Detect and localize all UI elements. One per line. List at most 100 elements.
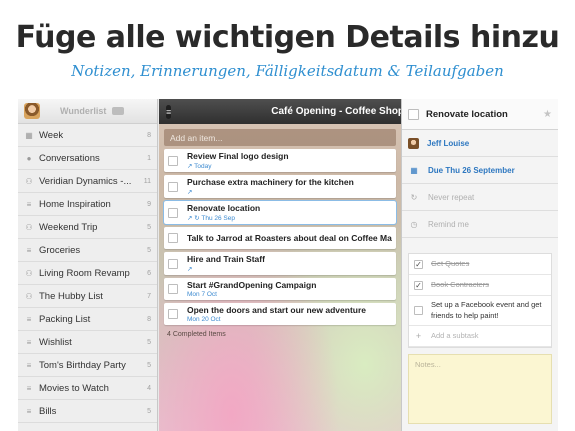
task-row[interactable]: Start #GrandOpening Campaign Mon 7 Oct bbox=[164, 278, 396, 300]
add-subtask-label[interactable]: Add a subtask bbox=[431, 331, 479, 342]
sidebar-item-label: The Hubby List bbox=[39, 290, 103, 302]
repeat-label: Never repeat bbox=[428, 192, 475, 202]
page-subline: Notizen, Erinnerungen, Fälligkeitsdatum … bbox=[71, 62, 504, 80]
subtask-text[interactable]: Book Contracters bbox=[431, 280, 489, 291]
app-window: Wunderlist ▦ Week 8 ● Conversations 1 ⚇ Veridia… bbox=[18, 99, 558, 431]
star-icon[interactable]: ★ bbox=[543, 109, 552, 120]
add-item-bar[interactable] bbox=[164, 129, 396, 146]
task-body: Purchase extra machinery for the kitchen… bbox=[187, 177, 354, 196]
task-body: Renovate location ↗ ↻ Thu 26 Sep bbox=[187, 203, 260, 222]
sidebar-item-count: 5 bbox=[147, 407, 151, 415]
task-row[interactable]: Talk to Jarrod at Roasters about deal on… bbox=[164, 227, 396, 249]
task-title: Renovate location bbox=[187, 203, 261, 213]
task-body: Talk to Jarrod at Roasters about deal on… bbox=[187, 233, 392, 243]
sidebar: Wunderlist ▦ Week 8 ● Conversations 1 ⚇ Veridia… bbox=[18, 99, 158, 431]
task-row[interactable]: Hire and Train Staff ↗ bbox=[164, 252, 396, 275]
inbox-icon[interactable] bbox=[112, 107, 125, 115]
due-date-row[interactable]: ▦ Due Thu 26 September bbox=[402, 157, 558, 184]
task-list-pane: ≡ Café Opening - Coffee Shop Review Fina… bbox=[159, 99, 401, 431]
subtask-list: ✓ Get Quotes ✓ Book Contracters Set up a Fac… bbox=[408, 253, 552, 348]
shared-list-icon: ⚇ bbox=[25, 291, 33, 301]
task-meta: Mon 20 Oct bbox=[187, 316, 221, 323]
task-checkbox[interactable] bbox=[168, 284, 178, 294]
sidebar-item-label: Groceries bbox=[39, 244, 81, 256]
sidebar-item-count: 5 bbox=[147, 223, 151, 231]
list-icon: ≡ bbox=[26, 199, 32, 209]
task-title: Review Final logo design bbox=[187, 151, 289, 161]
notes-field[interactable]: Notes... bbox=[408, 354, 552, 424]
checkmark-icon: ✓ bbox=[415, 259, 422, 269]
user-avatar[interactable] bbox=[24, 103, 40, 119]
task-checkbox[interactable] bbox=[168, 258, 178, 269]
app-name: Wunderlist bbox=[60, 106, 107, 116]
task-body: Open the doors and start our new adventu… bbox=[187, 305, 366, 323]
sidebar-item[interactable]: ≡ Wishlist 5 bbox=[18, 331, 157, 354]
task-body: Review Final logo design ↗ Today bbox=[187, 151, 289, 170]
sidebar-item-count: 5 bbox=[147, 361, 151, 369]
repeat-icon: ↻ bbox=[410, 192, 418, 202]
task-row[interactable]: Renovate location ↗ ↻ Thu 26 Sep bbox=[163, 200, 397, 225]
sidebar-item[interactable]: ≡ Bills 5 bbox=[18, 400, 157, 423]
list-header: ≡ Café Opening - Coffee Shop bbox=[159, 99, 401, 124]
sidebar-item[interactable]: ≡ Home Inspiration 9 bbox=[18, 193, 157, 216]
sidebar-item-label: Weekend Trip bbox=[39, 221, 98, 233]
sidebar-item-count: 7 bbox=[147, 292, 151, 300]
subtask-text[interactable]: Set up a Facebook event and get friends … bbox=[431, 300, 546, 321]
list-icon: ≡ bbox=[26, 245, 32, 255]
menu-icon[interactable]: ≡ bbox=[166, 104, 172, 119]
sidebar-item[interactable]: ● Conversations 1 bbox=[18, 147, 157, 170]
sidebar-item[interactable]: ≡ Movies to Watch 4 bbox=[18, 377, 157, 400]
list-icon: ≡ bbox=[26, 383, 32, 393]
task-body: Hire and Train Staff ↗ bbox=[187, 254, 265, 273]
sidebar-item[interactable]: ⚇ Veridian Dynamics -... 11 bbox=[18, 170, 157, 193]
clock-icon: ◷ bbox=[410, 219, 418, 229]
subtask-text[interactable]: Get Quotes bbox=[431, 259, 469, 270]
calendar-icon: ▦ bbox=[25, 130, 33, 140]
task-row[interactable]: Open the doors and start our new adventu… bbox=[164, 303, 396, 325]
sidebar-item[interactable]: ⚇ Weekend Trip 5 bbox=[18, 216, 157, 239]
task-checkbox[interactable] bbox=[168, 309, 178, 319]
sidebar-item[interactable]: ≡ Packing List 8 bbox=[18, 308, 157, 331]
due-date: Due Thu 26 September bbox=[428, 165, 515, 175]
task-row[interactable]: Review Final logo design ↗ Today bbox=[164, 149, 396, 172]
sidebar-item[interactable]: ≡ Tom's Birthday Party 5 bbox=[18, 354, 157, 377]
assignee-row[interactable]: Jeff Louise bbox=[402, 130, 558, 157]
sidebar-item[interactable]: ≡ Groceries 5 bbox=[18, 239, 157, 262]
detail-title[interactable]: Renovate location bbox=[426, 109, 543, 120]
plus-icon: + bbox=[415, 331, 422, 341]
sidebar-item-count: 11 bbox=[143, 177, 151, 185]
task-checkbox[interactable] bbox=[168, 155, 178, 166]
task-title: Talk to Jarrod at Roasters about deal on… bbox=[187, 233, 392, 243]
task-list: Review Final logo design ↗ Today Purchase … bbox=[159, 149, 401, 325]
task-row[interactable]: Purchase extra machinery for the kitchen… bbox=[164, 175, 396, 198]
task-meta: ↗ Today bbox=[187, 163, 212, 170]
reminder-label: Remind me bbox=[428, 219, 469, 229]
sidebar-item-count: 8 bbox=[147, 131, 151, 139]
subtask-row[interactable]: ✓ Get Quotes bbox=[409, 254, 551, 275]
sidebar-list: ▦ Week 8 ● Conversations 1 ⚇ Veridian Dynamics … bbox=[18, 124, 157, 423]
add-subtask-row[interactable]: + Add a subtask bbox=[409, 326, 551, 347]
list-title: Café Opening - Coffee Shop bbox=[271, 106, 401, 117]
task-checkbox[interactable] bbox=[168, 181, 178, 192]
list-icon: ≡ bbox=[26, 314, 32, 324]
completed-items-toggle[interactable]: 4 Completed Items bbox=[159, 328, 401, 341]
sidebar-item[interactable]: ▦ Week 8 bbox=[18, 124, 157, 147]
sidebar-item[interactable]: ⚇ Living Room Revamp 6 bbox=[18, 262, 157, 285]
task-title: Hire and Train Staff bbox=[187, 254, 265, 264]
shared-list-icon: ⚇ bbox=[25, 176, 33, 186]
detail-complete-checkbox[interactable] bbox=[408, 108, 419, 120]
reminder-row[interactable]: ◷ Remind me bbox=[402, 211, 558, 238]
subtask-row[interactable]: Set up a Facebook event and get friends … bbox=[409, 296, 551, 326]
task-meta: ↗ ↻ Thu 26 Sep bbox=[187, 215, 235, 222]
add-item-input[interactable] bbox=[170, 132, 396, 143]
shared-list-icon: ⚇ bbox=[25, 268, 33, 278]
task-body: Start #GrandOpening Campaign Mon 7 Oct bbox=[187, 280, 316, 298]
subtask-checkbox[interactable] bbox=[414, 306, 423, 315]
detail-pane: Renovate location ★ Jeff Louise ▦ Due Th… bbox=[401, 99, 558, 431]
task-checkbox[interactable] bbox=[168, 207, 178, 218]
repeat-row[interactable]: ↻ Never repeat bbox=[402, 184, 558, 211]
subtask-row[interactable]: ✓ Book Contracters bbox=[409, 275, 551, 296]
task-checkbox[interactable] bbox=[168, 233, 178, 243]
sidebar-item[interactable]: ⚇ The Hubby List 7 bbox=[18, 285, 157, 308]
page-headline: Füge alle wichtigen Details hinzu bbox=[15, 20, 560, 55]
